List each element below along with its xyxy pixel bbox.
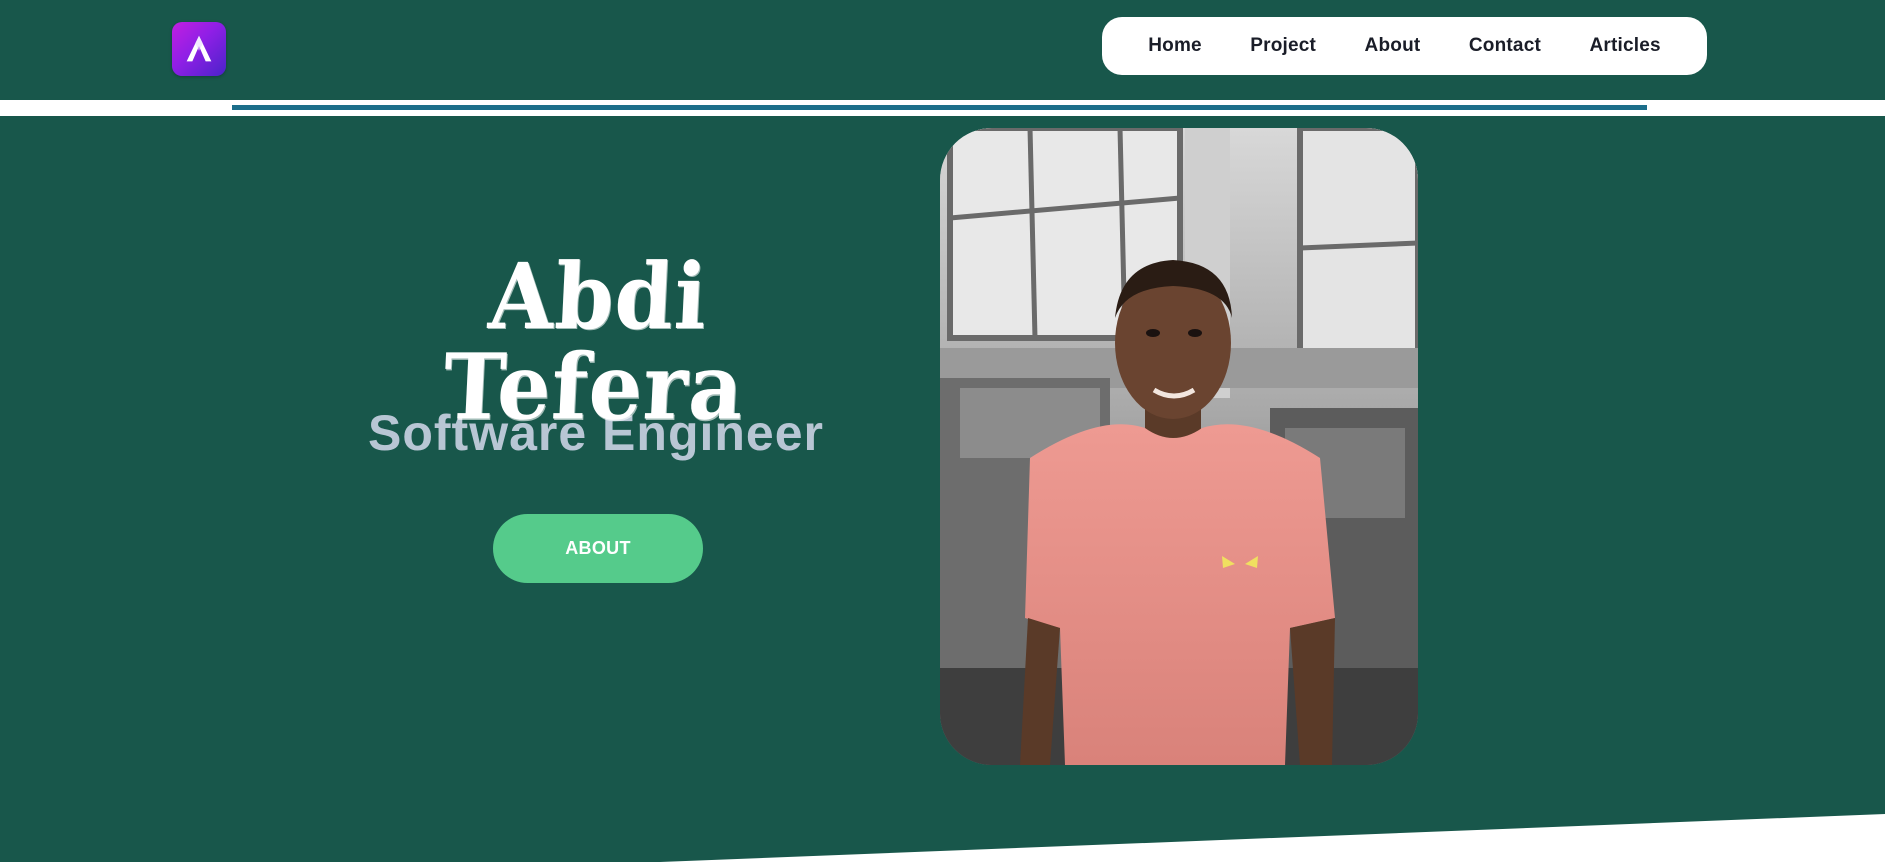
site-logo[interactable] [172, 22, 226, 76]
site-header: Home Project About Contact Articles [0, 0, 1885, 100]
person-portrait-photo [940, 128, 1418, 765]
nav-articles-link[interactable]: Articles [1589, 35, 1660, 57]
hero-name: Abdi Tefera [440, 242, 747, 441]
nav-home-link[interactable]: Home [1148, 35, 1202, 57]
nav-about-link[interactable]: About [1365, 35, 1421, 57]
nav-contact-link[interactable]: Contact [1469, 35, 1541, 57]
header-divider-line [232, 105, 1647, 110]
hero-intro: Abdi Tefera Software Engineer [340, 243, 852, 461]
bottom-wave-divider [660, 814, 1885, 862]
about-button[interactable]: ABOUT [493, 514, 703, 583]
portfolio-page: Home Project About Contact Articles Abdi… [0, 0, 1885, 862]
main-nav: Home Project About Contact Articles [1102, 17, 1707, 75]
profile-photo [940, 128, 1418, 765]
aurora-a-logo-icon [186, 35, 212, 62]
nav-project-link[interactable]: Project [1250, 35, 1316, 57]
